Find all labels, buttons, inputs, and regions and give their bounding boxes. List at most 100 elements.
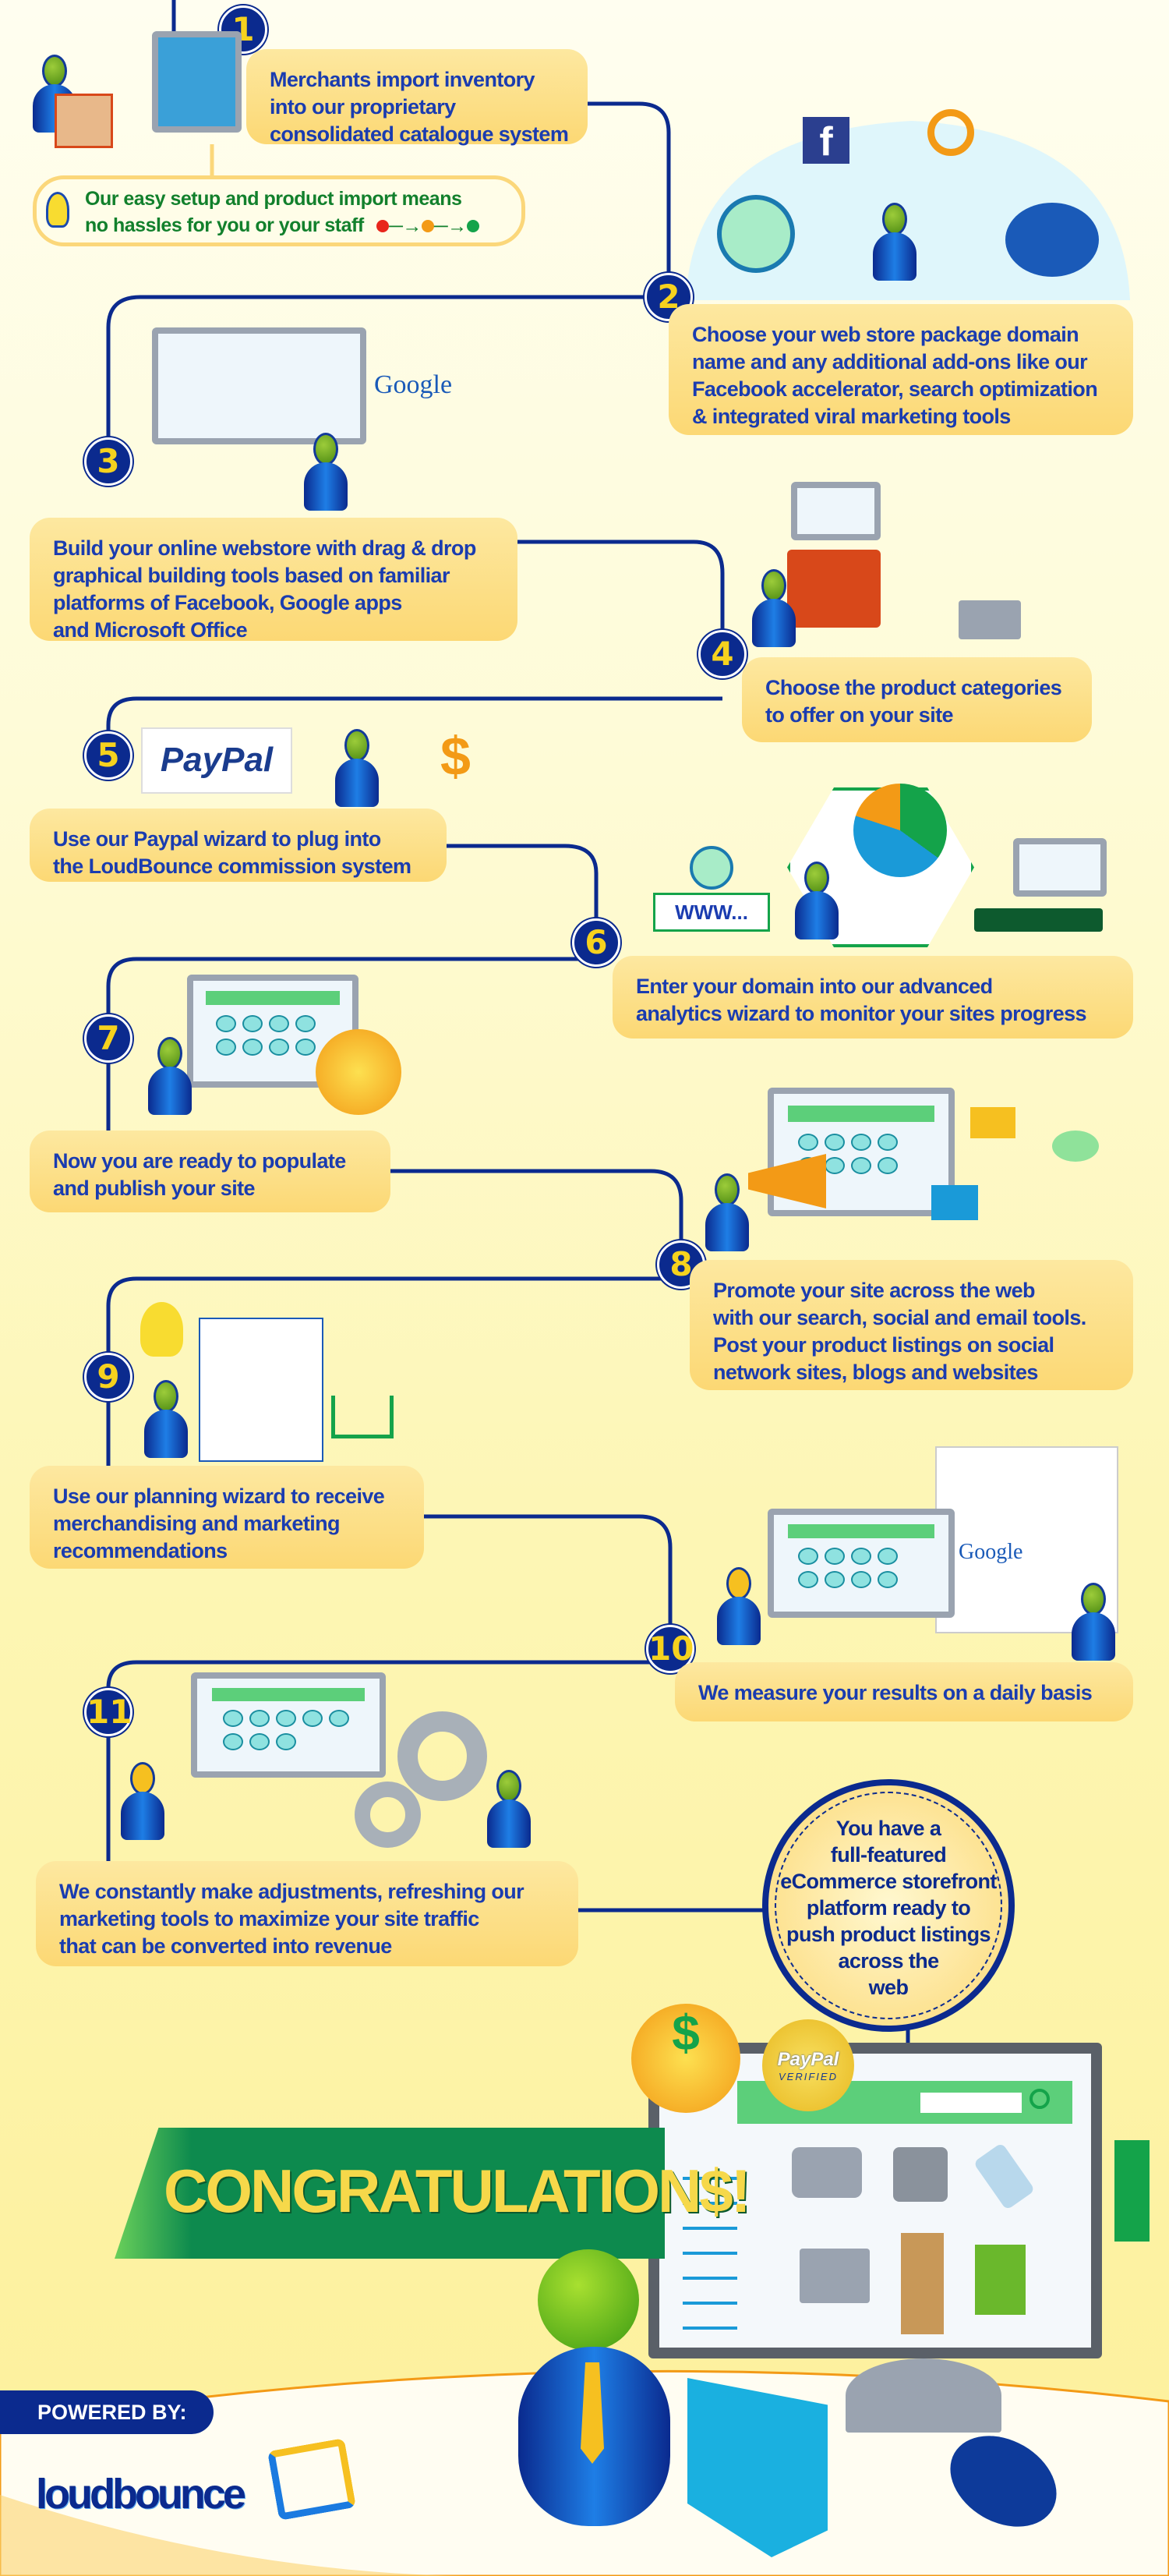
step-text: Choose your web store package domain (692, 323, 1079, 346)
progress-dots-icon: ─→ ─→ (376, 213, 479, 239)
step-text: marketing tools to maximize your site tr… (59, 1907, 479, 1930)
person-icon (873, 203, 916, 281)
step-text: the LoudBounce commission system (53, 855, 411, 878)
search-icon[interactable] (1029, 2089, 1050, 2109)
monitor-stand (846, 2358, 1001, 2433)
email-icon (970, 1107, 1015, 1138)
step-text: Facebook accelerator, search optimizatio… (692, 377, 1098, 401)
camera-icon (792, 2147, 862, 2198)
congratulations-text: CONGRATULATION$! (164, 2157, 751, 2225)
step-text: graphical building tools based on famili… (53, 564, 450, 587)
step-text: into our proprietary (270, 95, 456, 119)
globe-icon (690, 846, 733, 890)
speech-bubble-icon (1005, 203, 1099, 277)
chat-bubbles-icon (1052, 1131, 1099, 1162)
step-text: Now you are ready to populate (53, 1149, 346, 1173)
google-logo: Google (374, 370, 453, 399)
step-4-box: Choose the product categories to offer on… (742, 657, 1092, 742)
camcorder-icon (893, 2147, 948, 2202)
mascot-head (538, 2249, 639, 2351)
pie-chart-icon (853, 784, 947, 877)
step-number: 7 (84, 1014, 132, 1063)
seal-text: VERIFIED (779, 2071, 838, 2082)
step-number: 4 (698, 630, 747, 678)
step-10-box: We measure your results on a daily basis (675, 1662, 1133, 1721)
person-icon (304, 433, 348, 511)
gear-icon (397, 1711, 487, 1801)
step-text: network sites, blogs and websites (713, 1361, 1038, 1384)
laptop-icon (800, 2249, 870, 2303)
gear-icon (355, 1782, 421, 1848)
step-text: Merchants import inventory (270, 68, 535, 91)
monitor-icon (152, 31, 242, 133)
lightbulb-icon (46, 192, 69, 228)
paypal-logo: PayPal (141, 727, 292, 794)
phone-icon (973, 2142, 1036, 2211)
powered-by-label: POWERED BY: (0, 2390, 214, 2434)
step-text: with our search, social and email tools. (713, 1306, 1086, 1329)
step-5-box: Use our Paypal wizard to plug into the Lo… (30, 809, 447, 882)
google-logo: Google (959, 1540, 1023, 1564)
worker-icon (717, 1567, 761, 1645)
step-text: Enter your domain into our advanced (636, 975, 993, 998)
summary-circle: You have a full-featured eCommerce store… (762, 1779, 1015, 2032)
person-icon (705, 1173, 749, 1251)
cart-badge-icon: $ (631, 2004, 740, 2113)
step-text: We constantly make adjustments, refreshi… (59, 1880, 524, 1903)
worker-icon (121, 1762, 164, 1840)
step-text: and Microsoft Office (53, 618, 248, 642)
search-input[interactable] (920, 2093, 1022, 2113)
step-6-box: Enter your domain into our advanced analy… (613, 956, 1133, 1039)
magnifier-icon (927, 109, 974, 156)
step-text: Use our Paypal wizard to plug into (53, 827, 381, 851)
shopping-bag-icon (975, 2245, 1026, 2315)
person-icon (752, 569, 796, 647)
step-text: We measure your results on a daily basis (698, 1681, 1093, 1704)
person-icon (487, 1770, 531, 1848)
package-icon (901, 2233, 944, 2334)
step-8-box: Promote your site across the web with our… (690, 1260, 1133, 1390)
step-11-box: We constantly make adjustments, refreshi… (36, 1861, 578, 1966)
step-text: consolidated catalogue system (270, 122, 569, 146)
person-icon (148, 1037, 192, 1115)
step-text: recommendations (53, 1539, 228, 1562)
step-1-box: Merchants import inventory into our propr… (246, 49, 588, 146)
tip-box: Our easy setup and product import means … (33, 175, 525, 246)
monitor-icon (791, 482, 881, 540)
step-text: Build your online webstore with drag & d… (53, 536, 476, 560)
video-icon (931, 1185, 978, 1220)
step-text: Post your product listings on social (713, 1333, 1054, 1357)
step-number: 5 (84, 731, 132, 780)
cart-box-icon (787, 550, 881, 628)
step-3-box: Build your online webstore with drag & d… (30, 518, 517, 642)
step-number: 6 (572, 918, 620, 967)
monitor-icon (191, 1672, 386, 1778)
step-number: 3 (84, 437, 132, 486)
step-text: merchandising and marketing (53, 1512, 341, 1535)
step-number: 9 (84, 1353, 132, 1401)
loudbounce-logo[interactable]: loudbounce (36, 2470, 246, 2518)
step-text: Use our planning wizard to receive (53, 1484, 385, 1508)
step-text: Choose the product categories (765, 676, 1062, 699)
person-icon (335, 729, 379, 807)
step-text: that can be converted into revenue (59, 1934, 392, 1958)
facebook-icon: f (803, 117, 849, 165)
step-text: platforms of Facebook, Google apps (53, 591, 402, 614)
step-text: name and any additional add-ons like our (692, 350, 1088, 373)
step-7-box: Now you are ready to populate and publish… (30, 1131, 390, 1212)
www-field: WWW... (653, 893, 770, 932)
thumbs-up-badge-icon (316, 1029, 401, 1115)
monitor-icon (768, 1509, 955, 1618)
step-text: to offer on your site (765, 703, 954, 727)
box-icon (55, 94, 113, 148)
tip-text: no hassles for you or your staff ─→ ─→ (85, 212, 521, 239)
person-icon (795, 862, 839, 939)
monitor-ribbon (1114, 2140, 1150, 2242)
step-2-box: Choose your web store package domain name… (669, 304, 1133, 435)
person-icon (1072, 1583, 1115, 1661)
tip-text: Our easy setup and product import means (85, 188, 462, 210)
monitor-icon (152, 327, 366, 444)
person-icon (144, 1380, 188, 1458)
progress-bar (974, 908, 1103, 932)
checklist-icon (199, 1318, 323, 1462)
